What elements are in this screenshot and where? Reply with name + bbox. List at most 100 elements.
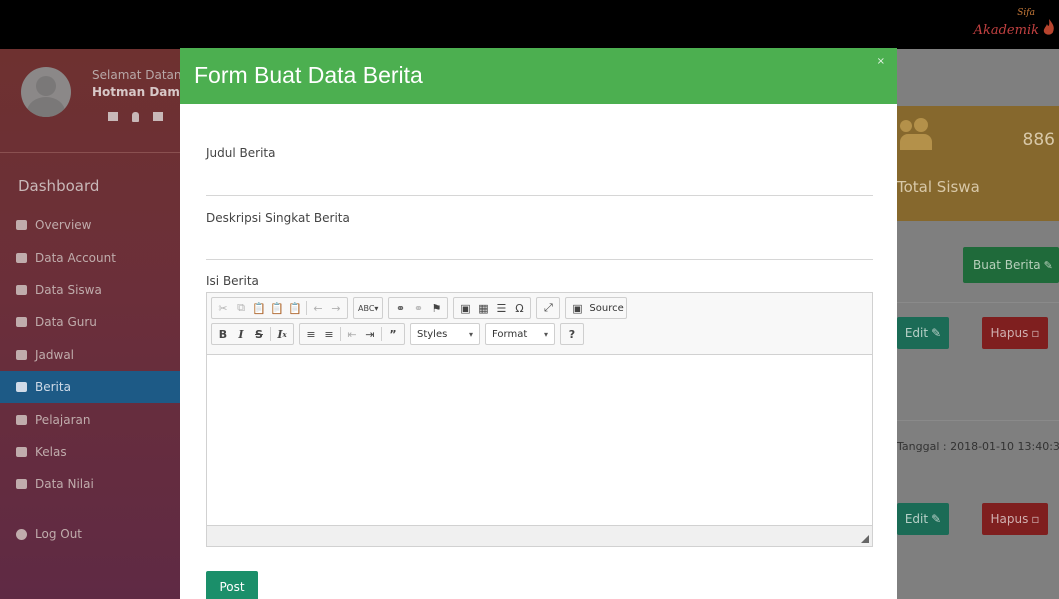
chevron-down-icon: ▾: [543, 329, 548, 339]
trash-icon: ▫: [1031, 512, 1040, 526]
brand-small-text: Sifa: [1017, 8, 1035, 18]
berita-form-modal: Form Buat Data Berita × Judul Berita Des…: [180, 48, 897, 599]
table-icon[interactable]: ▦: [474, 299, 492, 317]
spellcheck-icon[interactable]: ABC▾: [356, 299, 380, 317]
special-char-icon[interactable]: Ω: [510, 299, 528, 317]
clipboard-group: ✂ ⧉ 📋 📋 📋 ← →: [211, 297, 348, 319]
deskripsi-input[interactable]: [206, 236, 873, 260]
format-select[interactable]: Format ▾: [485, 323, 555, 345]
strikethrough-icon[interactable]: S: [250, 325, 268, 343]
bulleted-list-icon[interactable]: ≡: [320, 325, 338, 343]
users-icon: [900, 118, 934, 150]
blockquote-icon[interactable]: ”: [384, 325, 402, 343]
judul-input[interactable]: [206, 172, 873, 196]
hapus-label: Hapus: [990, 326, 1029, 340]
eye-icon: [16, 252, 27, 263]
sidebar-title: Dashboard: [18, 177, 100, 195]
brand-logo[interactable]: Sifa Akademik: [974, 8, 1057, 38]
buat-berita-button[interactable]: Buat Berita ✎: [963, 247, 1059, 283]
maximize-icon[interactable]: ⤢: [539, 299, 557, 317]
envelope-icon[interactable]: [108, 112, 118, 121]
help-icon: ?: [568, 327, 576, 341]
sidebar-item-kelas[interactable]: Kelas: [0, 436, 180, 468]
hapus-button[interactable]: Hapus ▫: [982, 317, 1048, 349]
help-button[interactable]: ?: [560, 323, 584, 345]
sidebar-item-data-siswa[interactable]: Data Siswa: [0, 274, 180, 306]
sidebar-item-label: Jadwal: [35, 347, 75, 362]
bell-icon: [16, 382, 27, 393]
edit-icon: ✎: [931, 512, 942, 526]
source-label: Source: [589, 302, 624, 314]
modal-header: Form Buat Data Berita ×: [180, 48, 897, 104]
users-icon: [16, 284, 27, 295]
unlink-icon[interactable]: ⚭: [409, 299, 427, 317]
editor-content-area[interactable]: [207, 355, 872, 525]
divider: [897, 420, 1059, 421]
indent-icon[interactable]: ⇥: [361, 325, 379, 343]
paste-icon[interactable]: 📋: [250, 299, 268, 317]
logout-link[interactable]: Log Out: [16, 527, 82, 541]
link-icon[interactable]: ⚭: [391, 299, 409, 317]
image-icon[interactable]: ▣: [456, 299, 474, 317]
sidebar: Selamat Datang Hotman Damanik Dashboard …: [0, 49, 209, 599]
undo-icon[interactable]: ←: [309, 299, 327, 317]
styles-select[interactable]: Styles ▾: [410, 323, 480, 345]
stat-label: Total Siswa: [897, 178, 980, 196]
horizontal-line-icon[interactable]: ☰: [492, 299, 510, 317]
editor-status-bar: [207, 525, 872, 546]
sidebar-item-label: Data Nilai: [35, 477, 94, 492]
isi-label: Isi Berita: [206, 274, 259, 288]
redo-icon[interactable]: →: [327, 299, 345, 317]
post-button[interactable]: Post: [206, 571, 258, 599]
sidebar-item-label: Kelas: [35, 444, 67, 459]
remove-format-icon[interactable]: Ix: [273, 325, 291, 343]
sidebar-item-label: Data Account: [35, 250, 116, 265]
link-group: ⚭ ⚭ ⚑: [388, 297, 449, 319]
deskripsi-label: Deskripsi Singkat Berita: [206, 211, 350, 225]
sidebar-item-label: Data Guru: [35, 315, 97, 330]
close-icon[interactable]: ×: [877, 56, 885, 67]
cut-icon[interactable]: ✂: [214, 299, 232, 317]
italic-icon[interactable]: I: [232, 325, 250, 343]
sidebar-item-pelajaran[interactable]: Pelajaran: [0, 403, 180, 435]
edit-button[interactable]: Edit ✎: [897, 503, 949, 535]
hapus-button[interactable]: Hapus ▫: [982, 503, 1048, 535]
insert-group: ▣ ▦ ☰ Ω: [453, 297, 532, 319]
modal-title: Form Buat Data Berita: [194, 62, 423, 88]
bank-icon: [16, 414, 27, 425]
outdent-icon[interactable]: ⇤: [343, 325, 361, 343]
judul-label: Judul Berita: [206, 146, 276, 160]
styles-label: Styles: [417, 328, 448, 340]
sidebar-item-data-guru[interactable]: Data Guru: [0, 306, 180, 338]
paste-word-icon[interactable]: 📋: [286, 299, 304, 317]
sidebar-item-data-nilai[interactable]: Data Nilai: [0, 468, 180, 500]
sidebar-item-jadwal[interactable]: Jadwal: [0, 339, 180, 371]
top-navbar: Sifa Akademik: [0, 0, 1059, 49]
divider: [897, 302, 1059, 303]
user-icon[interactable]: [132, 112, 139, 122]
kelas-icon: [16, 446, 27, 457]
trash-icon: ▫: [1031, 326, 1040, 340]
edit-icon: ✎: [1043, 258, 1053, 272]
sidebar-item-label: Pelajaran: [35, 412, 91, 427]
welcome-text: Selamat Datang: [92, 68, 190, 82]
resize-handle-icon[interactable]: [861, 535, 869, 543]
sidebar-item-label: Berita: [35, 380, 71, 395]
gear-icon: [16, 479, 27, 490]
numbered-list-icon[interactable]: ≡: [302, 325, 320, 343]
edit-button[interactable]: Edit ✎: [897, 317, 949, 349]
sidebar-item-label: Data Siswa: [35, 282, 102, 297]
source-button[interactable]: ▣ Source: [565, 297, 627, 319]
avatar: [21, 67, 71, 117]
anchor-flag-icon[interactable]: ⚑: [427, 299, 445, 317]
paste-text-icon[interactable]: 📋: [268, 299, 286, 317]
close-circle-icon: [16, 528, 27, 540]
sidebar-item-overview[interactable]: Overview: [0, 209, 180, 241]
sidebar-item-berita[interactable]: Berita: [0, 370, 180, 404]
sidebar-menu: Overview Data Account Data Siswa Data Gu…: [0, 209, 180, 501]
copy-icon[interactable]: ⧉: [232, 299, 250, 317]
gem-icon: [16, 349, 27, 360]
gear-icon[interactable]: [153, 112, 163, 121]
bold-icon[interactable]: B: [214, 325, 232, 343]
sidebar-item-data-account[interactable]: Data Account: [0, 241, 180, 273]
